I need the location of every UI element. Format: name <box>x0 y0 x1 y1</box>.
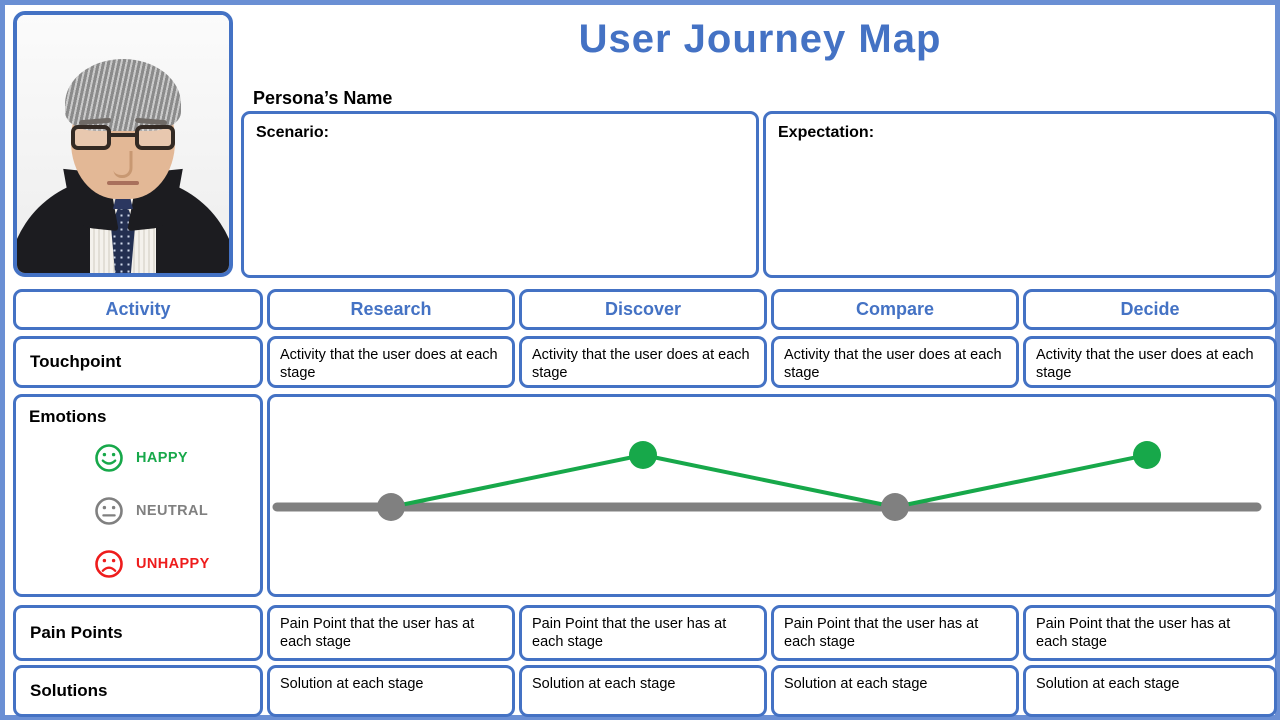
emotion-label-happy: HAPPY <box>136 450 188 466</box>
stage-header-discover[interactable]: Discover <box>519 289 767 330</box>
persona-photo-frame <box>13 11 233 277</box>
page-title: User Journey Map <box>578 17 942 61</box>
expectation-label: Expectation: <box>778 124 875 141</box>
stage-header-decide[interactable]: Decide <box>1023 289 1277 330</box>
row-label-touchpoint: Touchpoint <box>13 336 263 388</box>
emotion-label-unhappy: UNHAPPY <box>136 556 210 572</box>
solution-cell-compare[interactable]: Solution at each stage <box>771 665 1019 717</box>
emotion-legend-happy: HAPPY <box>94 443 188 473</box>
chart-point-compare[interactable] <box>881 493 909 521</box>
chart-emotion-line <box>390 453 1148 509</box>
emotion-chart-svg <box>272 441 1262 521</box>
emotions-legend-panel: Emotions HAPPY NEUTRAL UNHAPPY <box>13 394 263 597</box>
touchpoint-cell-decide[interactable]: Activity that the user does at each stag… <box>1023 336 1277 388</box>
scenario-box[interactable]: Scenario: <box>241 111 759 278</box>
stage-header-research[interactable]: Research <box>267 289 515 330</box>
pain-point-cell-research[interactable]: Pain Point that the user has at each sta… <box>267 605 515 661</box>
chart-point-decide[interactable] <box>1133 441 1161 469</box>
row-label-emotions: Emotions <box>29 407 107 426</box>
emotion-legend-neutral: NEUTRAL <box>94 496 208 526</box>
solution-cell-decide[interactable]: Solution at each stage <box>1023 665 1277 717</box>
unhappy-face-icon <box>95 550 123 578</box>
user-journey-map-page: User Journey Map Persona’s Name Scenario… <box>0 0 1280 720</box>
row-label-pain-points: Pain Points <box>13 605 263 661</box>
emotion-journey-chart <box>267 394 1277 597</box>
photo-lens-right <box>135 125 175 150</box>
solution-cell-discover[interactable]: Solution at each stage <box>519 665 767 717</box>
photo-nose <box>113 151 133 178</box>
photo-glasses-bridge <box>111 133 135 137</box>
expectation-box[interactable]: Expectation: <box>763 111 1277 278</box>
touchpoint-cell-research[interactable]: Activity that the user does at each stag… <box>267 336 515 388</box>
row-label-activity: Activity <box>13 289 263 330</box>
emotion-label-neutral: NEUTRAL <box>136 503 209 519</box>
row-label-solutions: Solutions <box>13 665 263 717</box>
photo-eyeglasses <box>71 125 175 151</box>
emotion-legend-unhappy: UNHAPPY <box>94 549 210 579</box>
happy-face-icon <box>95 444 123 472</box>
pain-point-cell-decide[interactable]: Pain Point that the user has at each sta… <box>1023 605 1277 661</box>
neutral-face-icon <box>95 497 123 525</box>
chart-point-research[interactable] <box>377 493 405 521</box>
persona-photo <box>17 15 229 273</box>
touchpoint-cell-discover[interactable]: Activity that the user does at each stag… <box>519 336 767 388</box>
pain-point-cell-compare[interactable]: Pain Point that the user has at each sta… <box>771 605 1019 661</box>
photo-lens-left <box>71 125 111 150</box>
touchpoint-cell-compare[interactable]: Activity that the user does at each stag… <box>771 336 1019 388</box>
chart-point-discover[interactable] <box>629 441 657 469</box>
persona-name-label: Persona’s Name <box>253 88 393 108</box>
solution-cell-research[interactable]: Solution at each stage <box>267 665 515 717</box>
pain-point-cell-discover[interactable]: Pain Point that the user has at each sta… <box>519 605 767 661</box>
stage-header-compare[interactable]: Compare <box>771 289 1019 330</box>
scenario-label: Scenario: <box>256 124 329 141</box>
photo-mouth <box>107 181 139 185</box>
